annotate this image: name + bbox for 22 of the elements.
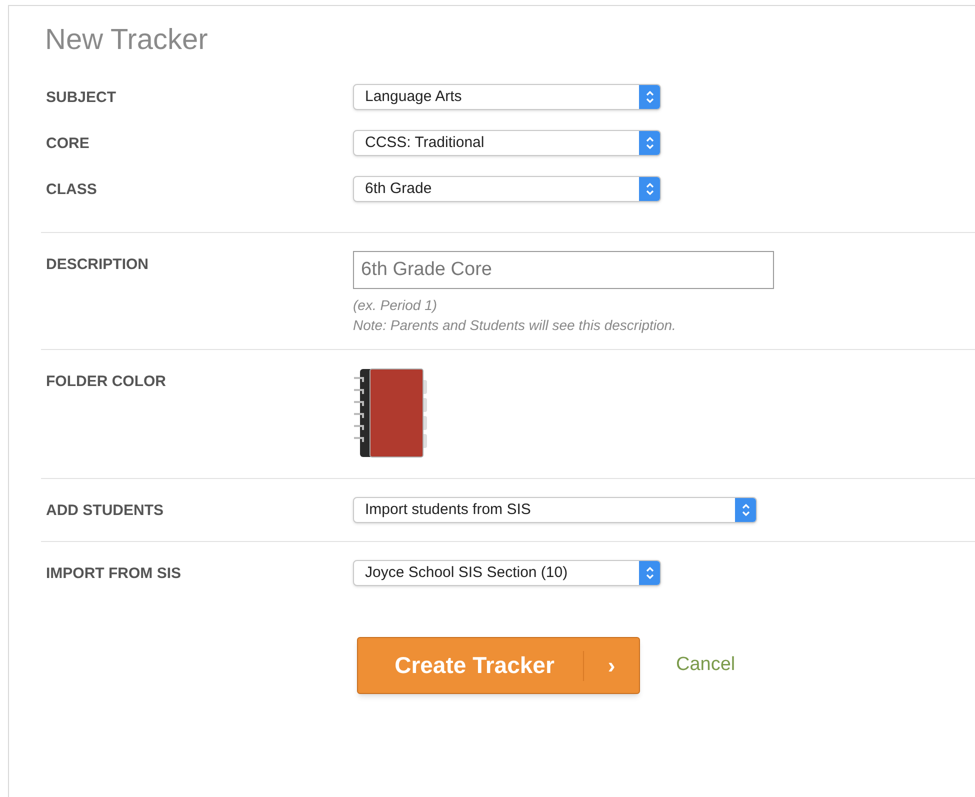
notebook-icon[interactable] (353, 368, 429, 458)
field-label: ADD STUDENTS (45, 501, 165, 520)
stepper-icon (644, 90, 654, 104)
field-label: IMPORT FROM SIS (45, 564, 182, 583)
dropdown-select[interactable]: Language Arts (353, 84, 661, 110)
field-label: FOLDER COLOR (45, 372, 167, 391)
stepper-icon (644, 566, 654, 580)
field-label: CORE (45, 134, 90, 153)
stepper-icon (644, 136, 654, 150)
hint-text: Note: Parents and Students will see this description. (353, 316, 676, 335)
field-label: DESCRIPTION (45, 255, 150, 274)
page-title: New Tracker (45, 23, 208, 58)
stepper-icon (740, 503, 750, 517)
dropdown-select[interactable]: Import students from SIS (353, 497, 757, 523)
dropdown-select[interactable]: CCSS: Traditional (353, 130, 661, 156)
stepper-icon (644, 182, 654, 196)
field-label: SUBJECT (45, 88, 118, 107)
hint-text: (ex. Period 1) (353, 296, 438, 315)
dropdown-select[interactable]: 6th Grade (353, 176, 661, 202)
field-label: CLASS (45, 180, 98, 199)
dropdown-select[interactable]: Joyce School SIS Section (10) (353, 560, 661, 586)
description-field[interactable]: 6th Grade Core (353, 251, 774, 289)
